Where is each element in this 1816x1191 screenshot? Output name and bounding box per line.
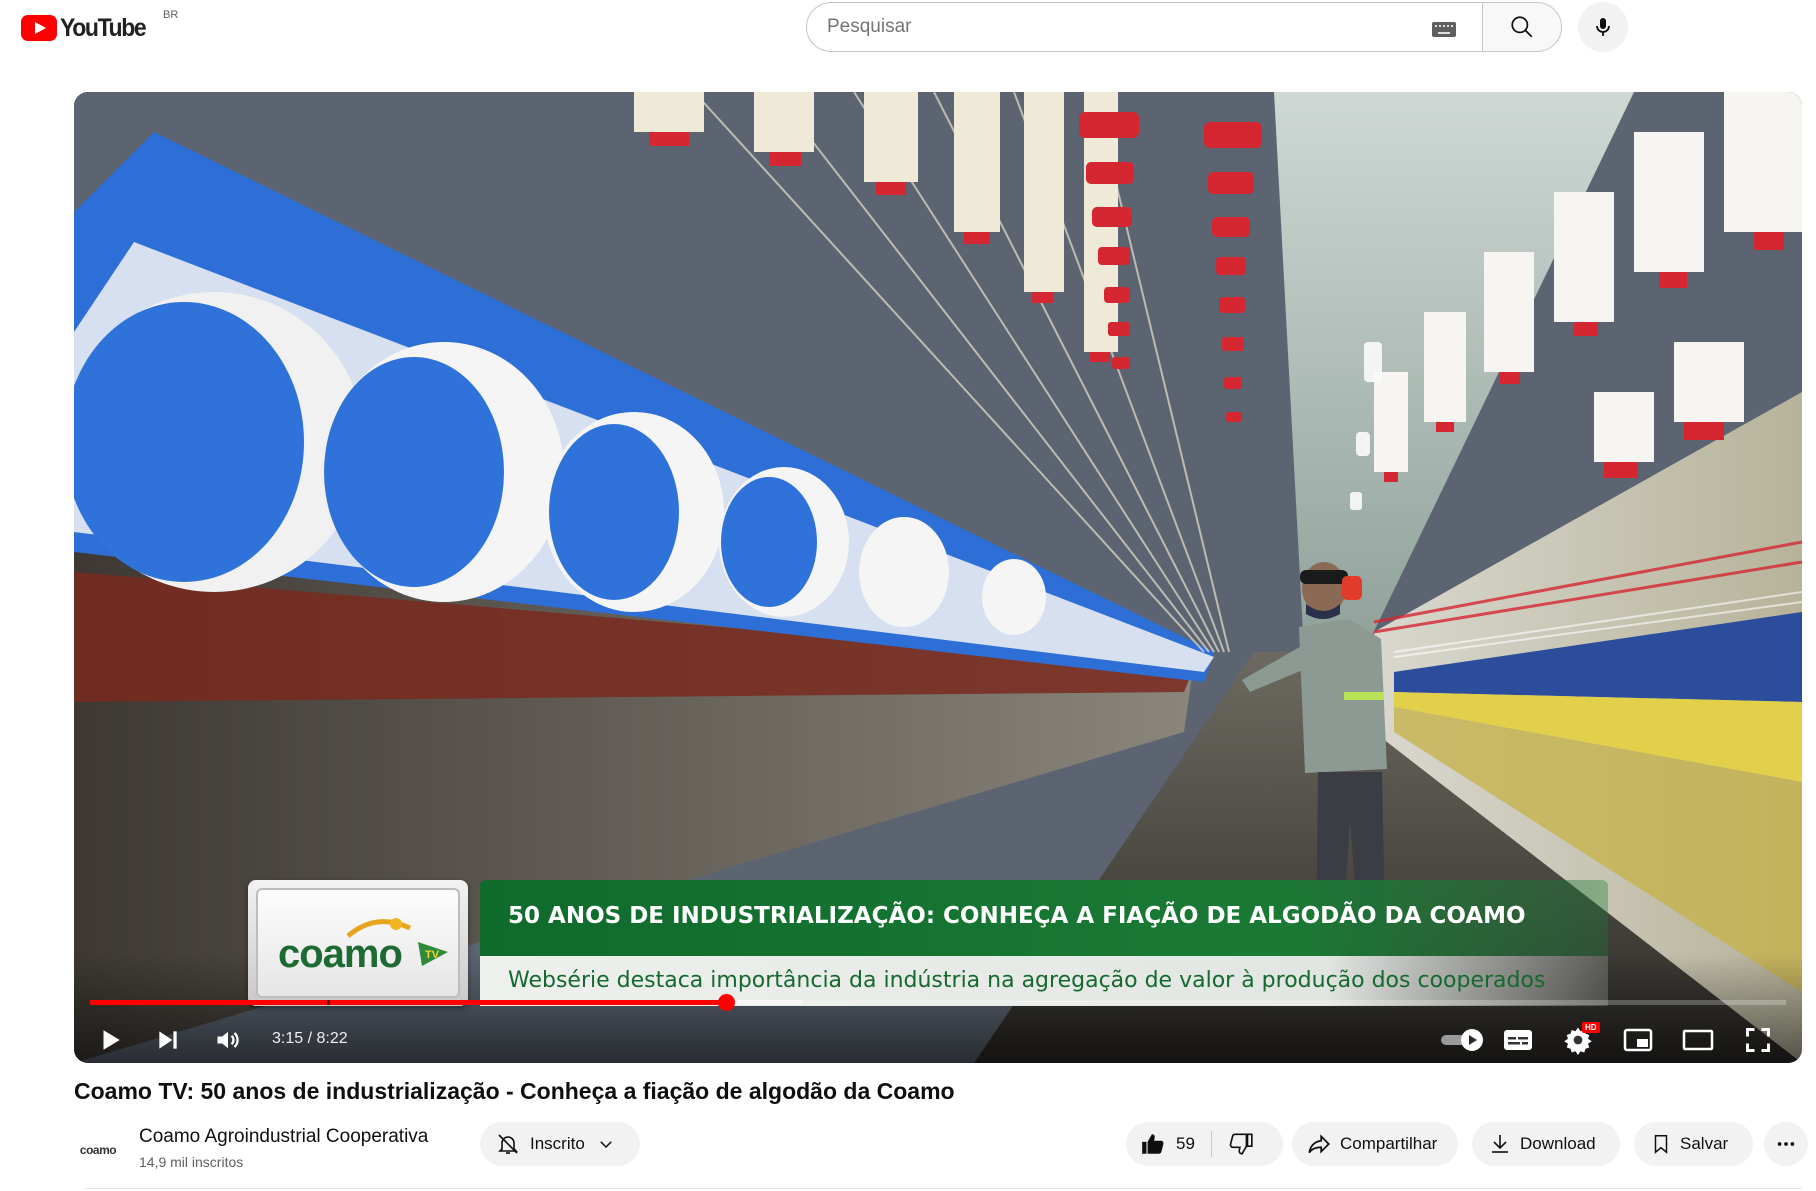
chapter-marker [327, 1000, 331, 1005]
autoplay-toggle[interactable] [1436, 1020, 1488, 1060]
settings-button[interactable]: HD [1558, 1020, 1600, 1060]
channel-name[interactable]: Coamo Agroindustrial Cooperativa [139, 1126, 428, 1148]
channel-avatar-text: coamo [79, 1143, 117, 1157]
search-button[interactable] [1482, 2, 1562, 52]
save-button[interactable]: Salvar [1634, 1122, 1753, 1166]
download-icon [1492, 1135, 1508, 1153]
download-button[interactable]: Download [1472, 1122, 1620, 1166]
more-horizontal-icon [1777, 1142, 1795, 1146]
subscriber-count: 14,9 mil inscritos [139, 1154, 244, 1170]
more-actions-button[interactable] [1764, 1122, 1808, 1166]
tv-badge-icon: TV [418, 942, 448, 966]
lower-third-title-bar: 50 ANOS DE INDUSTRIALIZAÇÃO: CONHEÇA A F… [480, 880, 1608, 956]
content-divider [84, 1188, 1802, 1189]
keyboard-icon[interactable] [1432, 22, 1456, 37]
fullscreen-icon [1746, 1028, 1770, 1052]
fullscreen-button[interactable] [1738, 1020, 1778, 1060]
subscribed-button[interactable]: Inscrito [480, 1122, 640, 1166]
voice-search-button[interactable] [1578, 2, 1628, 52]
lower-third-title: 50 ANOS DE INDUSTRIALIZAÇÃO: CONHEÇA A F… [508, 903, 1526, 929]
coamo-swoosh-icon [346, 918, 412, 938]
theater-mode-icon [1682, 1029, 1714, 1051]
coamo-tv-logo: coamo TV [248, 880, 468, 1006]
bookmark-icon [1654, 1135, 1668, 1154]
current-time: 3:15 [272, 1030, 304, 1047]
time-display: 3:15 / 8:22 [272, 1030, 348, 1048]
video-player[interactable]: coamo TV 50 ANOS DE INDUSTRIALIZAÇÃO: CO… [74, 92, 1802, 1063]
duration: 8:22 [316, 1030, 348, 1047]
time-separator: / [303, 1030, 317, 1047]
mute-button[interactable] [208, 1020, 248, 1060]
play-icon [103, 1030, 120, 1050]
video-lower-third: coamo TV 50 ANOS DE INDUSTRIALIZAÇÃO: CO… [248, 880, 1608, 1010]
video-title: Coamo TV: 50 anos de industrialização - … [74, 1078, 955, 1104]
svg-text:TV: TV [425, 949, 440, 961]
subtitles-button[interactable] [1498, 1020, 1538, 1060]
lower-third-subtitle: Websérie destaca importância da indústri… [508, 968, 1546, 993]
share-label: Compartilhar [1340, 1134, 1438, 1153]
youtube-play-icon [21, 15, 57, 41]
autoplay-toggle-icon [1441, 1029, 1483, 1051]
coamo-logo-panel: coamo TV [256, 888, 460, 998]
thumbs-up-icon [1142, 1134, 1164, 1154]
search-box [806, 2, 1482, 52]
thumbs-down-icon [1229, 1133, 1253, 1155]
search-icon [1511, 16, 1533, 38]
bell-off-icon [498, 1134, 518, 1154]
dislike-button[interactable] [1212, 1122, 1254, 1166]
theater-mode-button[interactable] [1678, 1020, 1718, 1060]
like-count: 59 [1176, 1134, 1195, 1153]
volume-icon [217, 1031, 239, 1049]
next-button[interactable] [148, 1020, 188, 1060]
subtitles-icon [1504, 1030, 1532, 1050]
miniplayer-button[interactable] [1618, 1020, 1658, 1060]
lower-third-subtitle-bar: Websérie destaca importância da indústri… [480, 956, 1608, 1006]
play-button[interactable] [90, 1020, 130, 1060]
progress-bar[interactable] [90, 994, 1786, 1011]
player-controls: 3:15 / 8:22 HD [74, 1016, 1802, 1063]
search-input[interactable] [827, 16, 1427, 38]
masthead: YouTube BR [0, 0, 1816, 64]
search-bar [806, 2, 1562, 52]
subscribed-label: Inscrito [530, 1134, 585, 1153]
share-icon [1308, 1134, 1330, 1154]
save-label: Salvar [1680, 1134, 1729, 1153]
chevron-down-icon [600, 1141, 612, 1149]
miniplayer-icon [1623, 1028, 1653, 1052]
share-button[interactable]: Compartilhar [1292, 1122, 1458, 1166]
country-code: BR [163, 9, 179, 21]
channel-owner: coamo Coamo Agroindustrial Cooperativa 1… [74, 1122, 674, 1174]
youtube-logo[interactable]: YouTube BR [21, 9, 178, 43]
channel-avatar[interactable]: coamo [74, 1126, 122, 1174]
like-button[interactable]: 59 [1126, 1122, 1211, 1166]
microphone-icon [1596, 18, 1610, 36]
like-dislike-group: 59 [1126, 1122, 1283, 1166]
skip-next-icon [159, 1031, 177, 1049]
hd-badge: HD [1582, 1022, 1600, 1033]
progress-played [90, 1000, 726, 1005]
logo-wordmark: YouTube [60, 13, 147, 42]
download-label: Download [1520, 1134, 1596, 1153]
progress-scrubber[interactable] [718, 994, 735, 1011]
